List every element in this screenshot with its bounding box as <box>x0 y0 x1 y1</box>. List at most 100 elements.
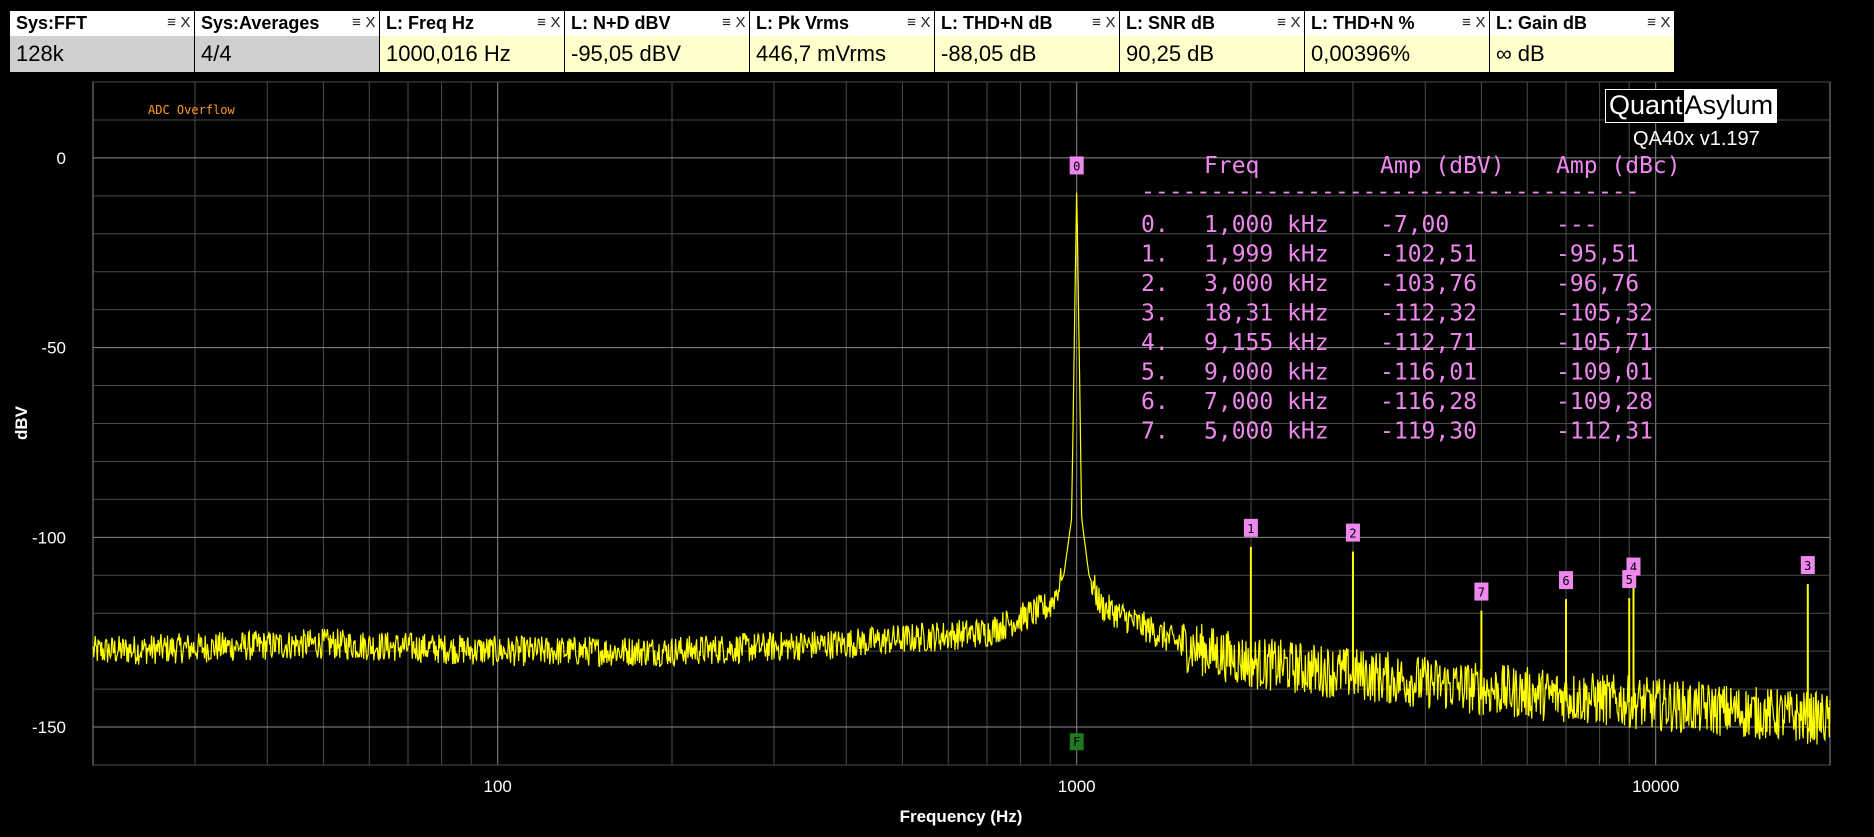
y-axis-title: dBV <box>12 405 31 440</box>
close-icon[interactable]: X <box>364 14 377 32</box>
table-cell: -112,32 <box>1380 301 1477 327</box>
readout-8: L: Gain dB ≡ X ∞ dB <box>1490 11 1674 72</box>
menu-icon[interactable]: ≡ <box>165 14 178 32</box>
menu-icon[interactable]: ≡ <box>350 14 363 32</box>
harmonic-marker[interactable]: 0 <box>1069 156 1084 175</box>
fundamental-marker-label: F <box>1073 735 1080 749</box>
close-icon[interactable]: X <box>549 14 562 32</box>
readout-label: L: N+D dBV <box>571 13 671 33</box>
harmonic-marker[interactable]: 7 <box>1474 582 1489 601</box>
readout-header: L: N+D dBV ≡ X <box>565 11 749 36</box>
close-icon[interactable]: X <box>919 14 932 32</box>
readout-4: L: Pk Vrms ≡ X 446,7 mVrms <box>750 11 934 72</box>
table-cell: -109,28 <box>1556 389 1653 415</box>
readout-buttons: ≡ X <box>1275 14 1302 32</box>
readout-value: 0,00396% <box>1305 36 1489 72</box>
menu-icon[interactable]: ≡ <box>720 14 733 32</box>
logo-part-quant: Quant <box>1606 90 1684 122</box>
table-cell: 3,000 kHz <box>1204 271 1329 297</box>
readout-value: 446,7 mVrms <box>750 36 934 72</box>
table-cell: 1,000 kHz <box>1204 212 1329 238</box>
menu-icon[interactable]: ≡ <box>1460 14 1473 32</box>
readout-buttons: ≡ X <box>535 14 562 32</box>
table-cell: -116,28 <box>1380 389 1477 415</box>
harmonic-marker[interactable]: 5 <box>1622 570 1637 589</box>
table-cell: 18,31 kHz <box>1204 301 1329 327</box>
readout-buttons: ≡ X <box>1460 14 1487 32</box>
close-icon[interactable]: X <box>179 14 192 32</box>
readout-label: L: THD+N % <box>1311 13 1415 33</box>
fundamental-marker[interactable]: F <box>1069 733 1084 751</box>
readout-value: 128k <box>10 36 194 72</box>
table-cell: 7,000 kHz <box>1204 389 1329 415</box>
table-cell: -119,30 <box>1380 419 1477 445</box>
table-cell: --- <box>1556 212 1598 238</box>
harmonic-marker[interactable]: 1 <box>1243 518 1258 537</box>
y-tick-label: -150 <box>32 718 66 737</box>
readout-value: 1000,016 Hz <box>380 36 564 72</box>
quantasylum-logo: Quant Asylum <box>1605 89 1778 123</box>
readout-header: L: Freq Hz ≡ X <box>380 11 564 36</box>
close-icon[interactable]: X <box>1289 14 1302 32</box>
table-cell: -112,31 <box>1556 419 1653 445</box>
table-cell: 4. <box>1141 330 1169 356</box>
harmonic-marker-label: 5 <box>1626 573 1633 587</box>
x-tick-label: 10000 <box>1632 777 1679 796</box>
table-header: Freq <box>1204 153 1259 179</box>
close-icon[interactable]: X <box>1474 14 1487 32</box>
app-version: QA40x v1.197 <box>1633 128 1760 150</box>
readout-buttons: ≡ X <box>1645 14 1672 32</box>
table-cell: -103,76 <box>1380 271 1477 297</box>
readout-1: Sys:Averages ≡ X 4/4 <box>195 11 379 72</box>
menu-icon[interactable]: ≡ <box>535 14 548 32</box>
table-cell: -116,01 <box>1380 360 1477 386</box>
y-tick-label: -100 <box>32 528 66 547</box>
table-cell: -105,71 <box>1556 330 1653 356</box>
menu-icon[interactable]: ≡ <box>1275 14 1288 32</box>
table-cell: -96,76 <box>1556 271 1639 297</box>
readout-value: -88,05 dB <box>935 36 1119 72</box>
readout-label: L: Gain dB <box>1496 13 1587 33</box>
logo-part-asylum: Asylum <box>1683 90 1777 122</box>
fft-spectrum-chart[interactable]: 01 234567F 0-50-100-150100 1000 10000 Frequ… <box>0 0 1874 837</box>
close-icon[interactable]: X <box>1104 14 1117 32</box>
table-header: Amp (dBc) <box>1556 153 1681 179</box>
table-header: Amp (dBV) <box>1380 153 1505 179</box>
table-cell: 7. <box>1141 419 1169 445</box>
table-cell: -7,00 <box>1380 212 1449 238</box>
table-cell: 2. <box>1141 271 1169 297</box>
readout-3: L: N+D dBV ≡ X -95,05 dBV <box>565 11 749 72</box>
table-cell: -112,71 <box>1380 330 1477 356</box>
y-tick-label: 0 <box>57 149 66 168</box>
table-cell: 5. <box>1141 360 1169 386</box>
table-cell: -95,51 <box>1556 242 1639 268</box>
readout-header: L: THD+N dB ≡ X <box>935 11 1119 36</box>
harmonic-marker[interactable]: 2 <box>1345 523 1360 542</box>
readout-5: L: THD+N dB ≡ X -88,05 dB <box>935 11 1119 72</box>
table-cell: 6. <box>1141 389 1169 415</box>
readout-label: L: Freq Hz <box>386 13 474 33</box>
readout-value: ∞ dB <box>1490 36 1674 72</box>
table-cell: -105,32 <box>1556 301 1653 327</box>
readout-buttons: ≡ X <box>165 14 192 32</box>
menu-icon[interactable]: ≡ <box>1645 14 1658 32</box>
readout-header: L: Gain dB ≡ X <box>1490 11 1674 36</box>
readout-buttons: ≡ X <box>350 14 377 32</box>
harmonic-marker-label: 2 <box>1349 527 1356 541</box>
harmonic-marker[interactable]: 3 <box>1800 556 1815 575</box>
table-cell: 1. <box>1141 242 1169 268</box>
readout-header: L: SNR dB ≡ X <box>1120 11 1304 36</box>
readout-header: Sys:Averages ≡ X <box>195 11 379 36</box>
readout-label: L: SNR dB <box>1126 13 1215 33</box>
harmonic-marker[interactable]: 6 <box>1559 571 1574 590</box>
x-tick-label: 1000 <box>1058 777 1096 796</box>
readout-value: -95,05 dBV <box>565 36 749 72</box>
menu-icon[interactable]: ≡ <box>905 14 918 32</box>
readout-6: L: SNR dB ≡ X 90,25 dB <box>1120 11 1304 72</box>
close-icon[interactable]: X <box>734 14 747 32</box>
menu-icon[interactable]: ≡ <box>1090 14 1103 32</box>
y-tick-label: -50 <box>41 339 66 358</box>
table-cell: -109,01 <box>1556 360 1653 386</box>
table-cell: 9,155 kHz <box>1204 330 1329 356</box>
close-icon[interactable]: X <box>1659 14 1672 32</box>
